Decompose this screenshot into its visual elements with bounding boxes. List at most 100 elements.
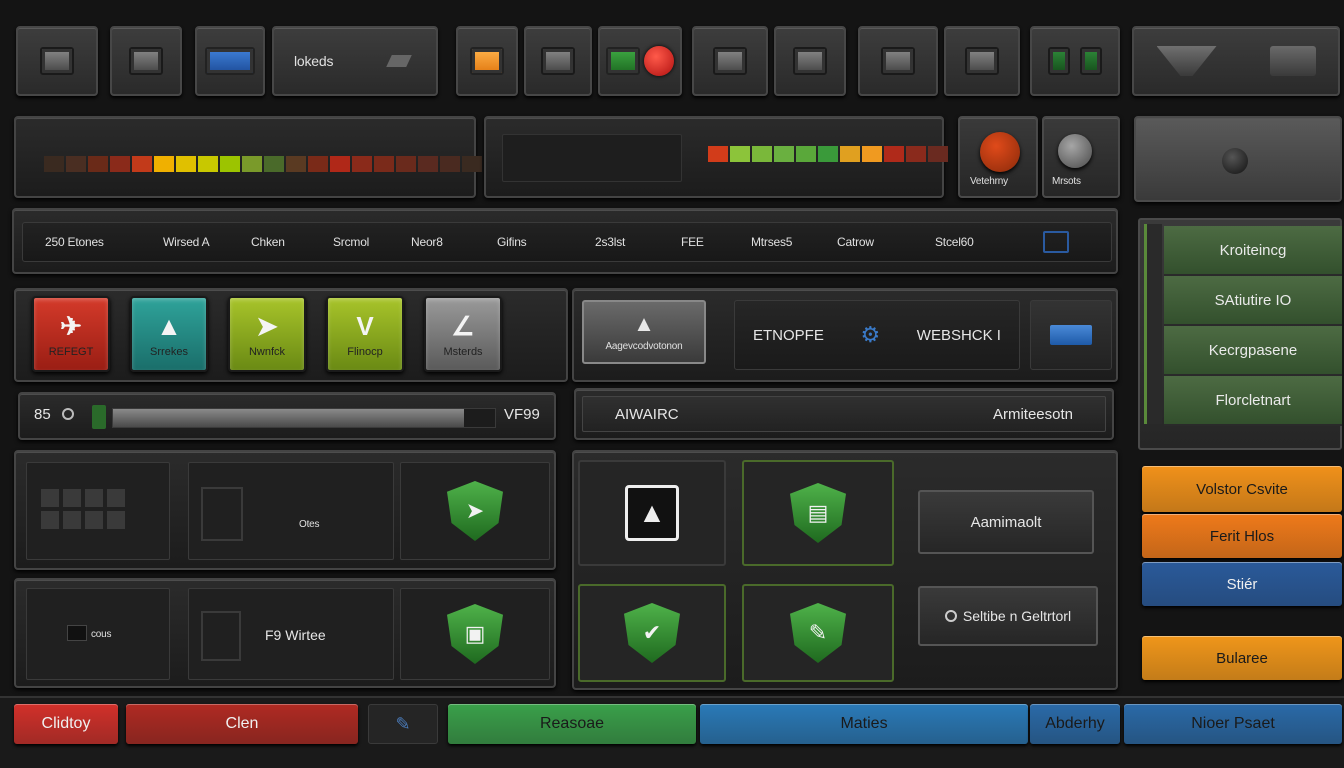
shield-button-4[interactable]: ✔	[578, 584, 726, 682]
toolbar-button-13[interactable]	[1132, 26, 1340, 96]
window-panel[interactable]: F9 Wirtee	[188, 588, 394, 680]
upload-button[interactable]: ▲	[578, 460, 726, 566]
toolbar-button-8[interactable]	[692, 26, 768, 96]
toolbar-button-9[interactable]	[774, 26, 846, 96]
right-button-3[interactable]: Stiér	[1142, 562, 1342, 606]
toolbar-button-2[interactable]	[110, 26, 182, 96]
toolbar-button-1[interactable]	[16, 26, 98, 96]
meter-segment	[110, 156, 130, 172]
toolbar-button-3[interactable]	[195, 26, 265, 96]
level-meter	[44, 156, 482, 172]
tab-9[interactable]: Mtrses5	[751, 235, 837, 249]
toolbar-button-5[interactable]	[456, 26, 518, 96]
progress-track[interactable]	[112, 408, 496, 428]
meter-segment	[308, 156, 328, 172]
meter-segment	[440, 156, 460, 172]
grid-row-2: cous F9 Wirtee ▣	[14, 578, 556, 688]
orange-knob-icon[interactable]	[980, 132, 1020, 172]
shield-button-3[interactable]: ▤	[742, 460, 894, 566]
tile-2[interactable]: ▲ Srrekes	[130, 296, 208, 372]
toolbar-button-7[interactable]	[598, 26, 682, 96]
sidebar-item-4[interactable]: Florcletnart	[1164, 376, 1342, 426]
level-meter-panel	[14, 116, 482, 198]
bottom-button-6[interactable]: Nioer Psaet	[1124, 704, 1342, 744]
bottom-button-4[interactable]: Maties	[700, 704, 1028, 744]
knob-right-panel[interactable]: Mrsots	[1042, 116, 1120, 198]
device-panel[interactable]: cous	[26, 588, 170, 680]
sidebar-item-2[interactable]: SAtiutire IO	[1164, 276, 1342, 326]
tab-5[interactable]: Neor8	[411, 235, 497, 249]
tile-5[interactable]: ∠ Msterds	[424, 296, 502, 372]
tab-6[interactable]: Gifins	[497, 235, 595, 249]
shield-button-2[interactable]: ▣	[400, 588, 550, 680]
file-panel[interactable]: Otes	[188, 462, 394, 560]
tab-11[interactable]: Stcel60	[935, 235, 1043, 249]
shield-button-1[interactable]: ➤	[400, 462, 550, 560]
grey-knob-icon[interactable]	[1058, 134, 1092, 168]
aware-bar[interactable]: AIWAIRC Armiteesotn	[574, 388, 1114, 440]
window-icon	[129, 47, 163, 75]
meter-segment	[774, 146, 794, 162]
bookmark-icon	[1269, 46, 1316, 76]
folder-button[interactable]	[1030, 300, 1112, 370]
bottom-button-1[interactable]: Clidtoy	[14, 704, 118, 744]
sidebar-item-1[interactable]: Kroiteincg	[1164, 226, 1342, 276]
level-meter	[708, 146, 948, 162]
right-button-2[interactable]: Ferit Hlos	[1142, 514, 1342, 558]
shield-button-5[interactable]: ✎	[742, 584, 894, 682]
meter-segment	[796, 146, 816, 162]
tile-icon: V	[356, 310, 374, 341]
action-button-2-label: Seltibe n Geltrtorl	[962, 608, 1072, 624]
meter-segment	[730, 146, 750, 162]
bottom-button-2[interactable]: Clen	[126, 704, 358, 744]
right-display-panel[interactable]	[1134, 116, 1342, 202]
action-button-2[interactable]: Seltibe n Geltrtorl	[918, 586, 1098, 646]
tile-icon: ✈	[60, 310, 82, 341]
display-screen	[502, 134, 682, 182]
window-label: F9 Wirtee	[265, 627, 326, 643]
window-icon	[201, 611, 241, 661]
bottom-button-3[interactable]: Reasoae	[448, 704, 696, 744]
right-button-1[interactable]: Volstor Csvite	[1142, 466, 1342, 512]
tab-1[interactable]: 250 Etones	[45, 235, 163, 249]
knob-left-panel[interactable]: Vetehrny	[958, 116, 1038, 198]
toolbar-button-10[interactable]	[858, 26, 938, 96]
meter-segment	[88, 156, 108, 172]
aware-field[interactable]: AIWAIRC Armiteesotn	[582, 396, 1106, 432]
pen-button[interactable]: ✎	[368, 704, 438, 744]
tab-8[interactable]: FEE	[681, 235, 751, 249]
tab-7[interactable]: 2s3lst	[595, 235, 681, 249]
bottom-button-5[interactable]: Abderhy	[1030, 704, 1120, 744]
tab-2[interactable]: Wirsed A	[163, 235, 251, 249]
toolbar-button-12[interactable]	[1030, 26, 1120, 96]
toolbar-button-4[interactable]: lokeds	[272, 26, 438, 96]
meter-segment	[928, 146, 948, 162]
meter-segment	[462, 156, 482, 172]
toolbar-button-6[interactable]	[524, 26, 592, 96]
device-label: cous	[91, 629, 112, 640]
grid-icon[interactable]	[1043, 231, 1069, 253]
sidebar-scrollbar[interactable]	[1144, 224, 1162, 424]
meter-segment	[198, 156, 218, 172]
tile-3[interactable]: ➤ Nwnfck	[228, 296, 306, 372]
field-label-right: WEBSHCK I	[916, 326, 1001, 344]
tab-3[interactable]: Chken	[251, 235, 333, 249]
green-window-icon	[606, 47, 640, 75]
settings-icon[interactable]: ⚙	[860, 322, 880, 348]
toolbar-button-11[interactable]	[944, 26, 1020, 96]
tab-4[interactable]: Srcmol	[333, 235, 411, 249]
funnel-icon	[1156, 46, 1217, 76]
action-button-1[interactable]: Aamimaolt	[918, 490, 1094, 554]
search-icon	[944, 610, 957, 622]
media-button[interactable]: ▲ Aagevcodvotonon	[582, 300, 706, 364]
tile-1[interactable]: ✈ REFEGT	[32, 296, 110, 372]
tile-4[interactable]: V Flinocp	[326, 296, 404, 372]
thumbnail-grid[interactable]	[26, 462, 170, 560]
sidebar-item-3[interactable]: Kecrgpasene	[1164, 326, 1342, 376]
meter-segment	[286, 156, 306, 172]
right-button-4[interactable]: Bularee	[1142, 636, 1342, 680]
progress-panel: 85 VF99	[18, 392, 556, 440]
meter-segment	[884, 146, 904, 162]
tab-10[interactable]: Catrow	[837, 235, 935, 249]
shield-icon: ▤	[790, 483, 846, 543]
